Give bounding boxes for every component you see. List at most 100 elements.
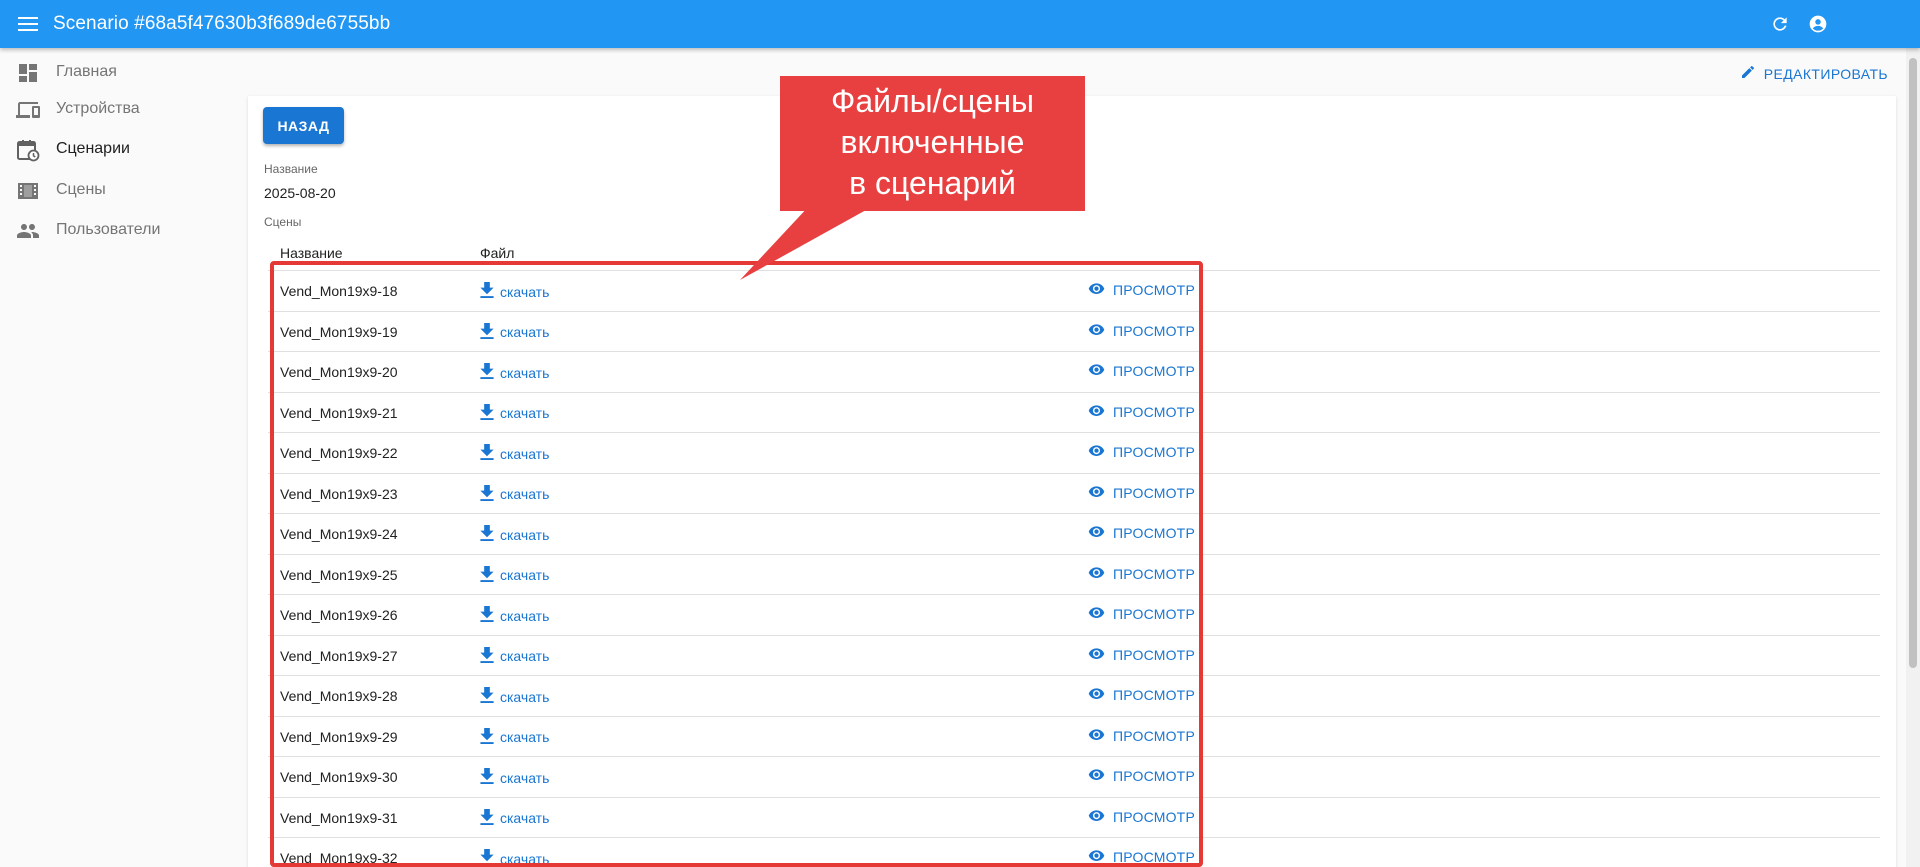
table-row: Vend_Mon19x9-30 скачать ПРОСМОТР	[268, 757, 1880, 798]
sidebar-item-label: Пользователи	[56, 221, 161, 238]
table-body: Vend_Mon19x9-18 скачать ПРОСМОТР Vend_Mon19…	[268, 271, 1880, 867]
view-button[interactable]: ПРОСМОТР	[1088, 363, 1195, 379]
download-link[interactable]: скачать	[480, 606, 549, 625]
download-icon	[480, 484, 494, 504]
download-link[interactable]: скачать	[480, 484, 550, 504]
sidebar-item-scenarios[interactable]: Сценарии	[0, 130, 240, 168]
edit-label: РЕДАКТИРОВАТЬ	[1763, 65, 1888, 82]
view-label: ПРОСМОТР	[1113, 646, 1195, 663]
table-row: Vend_Mon19x9-22 скачать ПРОСМОТР	[268, 433, 1880, 474]
scene-name: Vend_Mon19x9-27	[280, 647, 398, 664]
eye-icon	[1088, 728, 1105, 744]
view-button[interactable]: ПРОСМОТР	[1088, 444, 1195, 460]
table-row: Vend_Mon19x9-29 скачать ПРОСМОТР	[268, 717, 1880, 757]
download-link[interactable]: скачать	[480, 687, 549, 706]
edit-button[interactable]: РЕДАКТИРОВАТЬ	[1740, 64, 1888, 83]
view-label: ПРОСМОТР	[1113, 363, 1195, 379]
scenes-label: Сцены	[264, 215, 302, 229]
table-row: Vend_Mon19x9-24 скачать ПРОСМОТР	[268, 514, 1880, 555]
view-button[interactable]: ПРОСМОТР	[1088, 525, 1195, 541]
sidebar-item-devices[interactable]: Устройства	[0, 90, 240, 128]
view-button[interactable]: ПРОСМОТР	[1088, 809, 1195, 825]
download-label: скачать	[500, 526, 550, 543]
page-scrollbar[interactable]	[1906, 48, 1920, 867]
download-label: скачать	[500, 688, 550, 705]
view-button[interactable]: ПРОСМОТР	[1088, 485, 1195, 501]
eye-icon	[1088, 485, 1105, 501]
download-label: скачать	[500, 850, 550, 867]
view-button[interactable]: ПРОСМОТР	[1088, 687, 1195, 703]
download-link[interactable]: скачать	[480, 646, 549, 666]
download-link[interactable]: скачать	[480, 444, 549, 463]
eye-icon	[1088, 363, 1105, 379]
download-link[interactable]: скачать	[480, 849, 549, 867]
scene-name: Vend_Mon19x9-30	[280, 769, 398, 785]
download-label: скачать	[500, 486, 550, 502]
pencil-icon	[1740, 64, 1756, 83]
sidebar-item-label: Сценарии	[56, 140, 130, 157]
view-label: ПРОСМОТР	[1113, 727, 1195, 744]
table-row: Vend_Mon19x9-28 скачать ПРОСМОТР	[268, 676, 1880, 717]
download-link[interactable]: скачать	[480, 363, 549, 382]
sidebar-item-scenes[interactable]: Сцены	[0, 171, 240, 209]
view-button[interactable]: ПРОСМОТР	[1088, 404, 1195, 420]
callout-line: Файлы/сцены	[831, 83, 1034, 119]
account-circle-icon[interactable]	[1806, 12, 1830, 36]
scene-name: Vend_Mon19x9-29	[280, 728, 398, 745]
callout-line: включенные	[840, 124, 1025, 160]
view-button[interactable]: ПРОСМОТР	[1088, 849, 1195, 865]
dashboard-icon	[16, 61, 40, 85]
eye-icon	[1088, 647, 1105, 663]
download-icon	[480, 849, 494, 867]
table-row: Vend_Mon19x9-21 скачать ПРОСМОТР	[268, 393, 1880, 433]
appbar-actions	[1768, 12, 1830, 36]
view-button[interactable]: ПРОСМОТР	[1088, 566, 1195, 582]
back-button[interactable]: НАЗАД	[263, 107, 344, 144]
eye-icon	[1088, 404, 1105, 420]
view-button[interactable]: ПРОСМОТР	[1088, 728, 1195, 744]
download-link[interactable]: скачать	[480, 322, 550, 342]
download-link[interactable]: скачать	[480, 727, 549, 747]
eye-icon	[1088, 849, 1105, 865]
view-button[interactable]: ПРОСМОТР	[1088, 647, 1195, 663]
download-icon	[480, 282, 494, 301]
download-link[interactable]: скачать	[480, 565, 550, 585]
download-icon	[480, 565, 494, 585]
download-link[interactable]: скачать	[480, 403, 550, 423]
refresh-icon[interactable]	[1768, 12, 1792, 36]
eye-icon	[1088, 768, 1105, 784]
view-button[interactable]: ПРОСМОТР	[1088, 323, 1195, 339]
sidebar-item-home[interactable]: Главная	[0, 53, 240, 91]
scenario-card: НАЗАД Название 2025-08-20 Сцены Название…	[248, 96, 1896, 867]
download-label: скачать	[500, 405, 550, 421]
view-label: ПРОСМОТР	[1113, 525, 1195, 541]
download-label: скачать	[500, 324, 550, 340]
view-button[interactable]: ПРОСМОТР	[1088, 768, 1195, 784]
table-header: Название Файл	[268, 245, 1880, 271]
view-label: ПРОСМОТР	[1113, 444, 1195, 460]
view-label: ПРОСМОТР	[1113, 565, 1195, 582]
column-header-name: Название	[280, 245, 343, 261]
view-button[interactable]: ПРОСМОТР	[1088, 606, 1195, 622]
scene-name: Vend_Mon19x9-32	[280, 850, 398, 866]
download-icon	[480, 525, 494, 544]
sidebar-item-users[interactable]: Пользователи	[0, 211, 240, 249]
eye-icon	[1088, 606, 1105, 622]
download-label: скачать	[500, 567, 550, 583]
download-link[interactable]: скачать	[480, 525, 549, 544]
download-label: скачать	[500, 769, 550, 786]
scrollbar-thumb[interactable]	[1909, 58, 1917, 668]
download-icon	[480, 444, 494, 463]
scene-name: Vend_Mon19x9-22	[280, 445, 398, 461]
menu-icon[interactable]	[14, 12, 42, 36]
app-bar: Scenario #68a5f47630b3f689de6755bb	[0, 0, 1920, 48]
download-link[interactable]: скачать	[480, 768, 549, 787]
view-button[interactable]: ПРОСМОТР	[1088, 282, 1195, 298]
page-title: Scenario #68a5f47630b3f689de6755bb	[53, 13, 391, 34]
download-link[interactable]: скачать	[480, 282, 549, 301]
download-icon	[480, 768, 494, 787]
download-link[interactable]: скачать	[480, 808, 549, 828]
devices-icon	[16, 98, 40, 122]
download-label: скачать	[500, 364, 550, 381]
scene-name: Vend_Mon19x9-23	[280, 485, 398, 502]
